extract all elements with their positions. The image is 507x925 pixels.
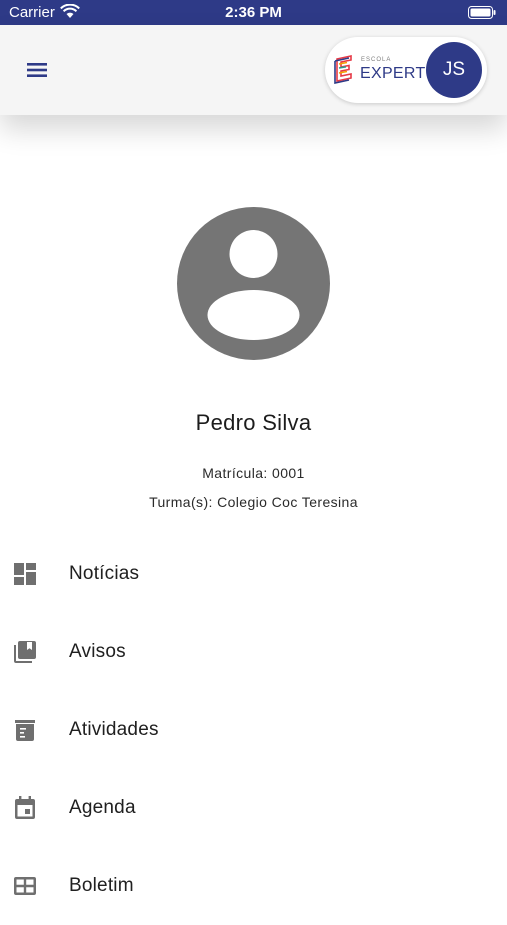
menu-item-avisos[interactable]: Avisos	[0, 613, 507, 691]
menu-item-atividades[interactable]: Atividades	[0, 691, 507, 769]
navigation-menu: Notícias Avisos Atividades Agenda Boleti…	[0, 535, 507, 925]
library-books-icon	[13, 640, 37, 664]
assignment-icon	[13, 718, 37, 742]
profile-registration: Matrícula: 0001	[202, 465, 305, 481]
grid-table-icon	[13, 874, 37, 898]
logo-text: EXPERT	[360, 65, 426, 82]
battery-icon	[468, 6, 496, 23]
profile-name: Pedro Silva	[195, 410, 312, 435]
menu-item-label: Notícias	[69, 563, 140, 584]
menu-item-label: Avisos	[69, 641, 126, 662]
user-avatar[interactable]: JS	[426, 42, 482, 98]
menu-item-label: Agenda	[69, 797, 136, 818]
account-circle-icon	[177, 207, 330, 360]
app-header: ESCOLA EXPERT JS	[0, 25, 507, 115]
calendar-event-icon	[13, 796, 37, 820]
profile-classes: Turma(s): Colegio Coc Teresina	[149, 494, 358, 510]
logo-small-text: ESCOLA	[361, 57, 392, 63]
brand-user-badge[interactable]: ESCOLA EXPERT JS	[325, 37, 487, 103]
clock-time: 2:36 PM	[225, 4, 282, 21]
school-logo: ESCOLA EXPERT	[333, 55, 429, 87]
status-bar: Carrier 2:36 PM	[0, 0, 507, 25]
menu-item-agenda[interactable]: Agenda	[0, 769, 507, 847]
dashboard-icon	[13, 562, 37, 586]
menu-item-noticias[interactable]: Notícias	[0, 535, 507, 613]
menu-item-label: Atividades	[69, 719, 159, 740]
menu-item-boletim[interactable]: Boletim	[0, 847, 507, 925]
menu-item-label: Boletim	[69, 875, 134, 896]
hamburger-menu-icon[interactable]	[22, 57, 52, 83]
